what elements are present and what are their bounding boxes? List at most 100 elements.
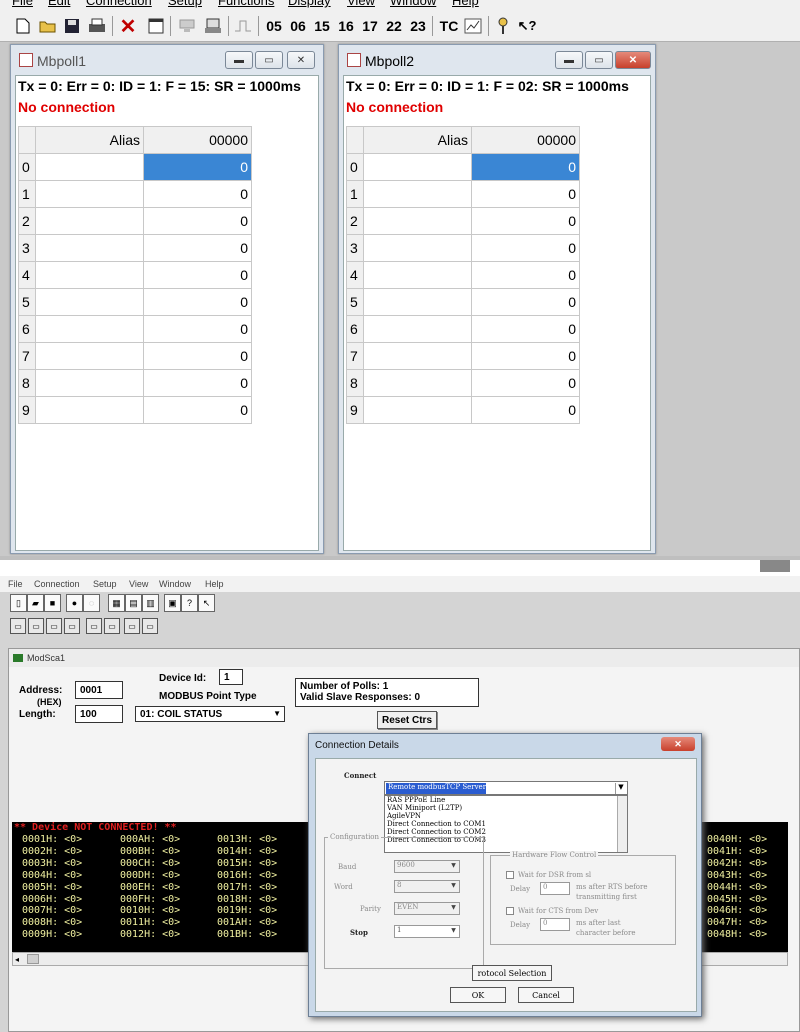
save-icon[interactable] bbox=[62, 15, 82, 37]
menu-edit[interactable]: Edit bbox=[48, 0, 70, 8]
menu-functions[interactable]: Functions bbox=[218, 0, 274, 8]
maximize-button[interactable]: ▭ bbox=[585, 51, 613, 69]
value-cell[interactable]: 0 bbox=[143, 234, 252, 262]
chevron-down-icon[interactable]: ▼ bbox=[615, 783, 626, 794]
scroll-thumb[interactable] bbox=[27, 954, 39, 964]
connect-icon[interactable]: ● bbox=[66, 594, 83, 612]
menu-file[interactable]: File bbox=[12, 0, 33, 8]
value-cell[interactable]: 0 bbox=[471, 396, 580, 424]
context-help-icon[interactable]: ↖ bbox=[198, 594, 215, 612]
alias-cell[interactable] bbox=[363, 261, 472, 289]
menu-help[interactable]: Help bbox=[205, 579, 224, 589]
alias-cell[interactable] bbox=[363, 342, 472, 370]
wait-dsr-checkbox[interactable] bbox=[506, 871, 514, 879]
alias-cell[interactable] bbox=[363, 369, 472, 397]
alias-cell[interactable] bbox=[35, 369, 144, 397]
alias-cell[interactable] bbox=[35, 342, 144, 370]
connection-details-dialog[interactable]: Connection Details ✕ Connect Remote modb… bbox=[308, 733, 702, 1017]
fc-23-button[interactable]: 23 bbox=[408, 15, 428, 37]
alias-cell[interactable] bbox=[363, 180, 472, 208]
new-file-icon[interactable]: ▯ bbox=[10, 594, 27, 612]
value-cell[interactable]: 0 bbox=[471, 342, 580, 370]
list-item[interactable]: Direct Connection to COM2 bbox=[385, 828, 627, 836]
context-help-icon[interactable]: ↖? bbox=[516, 15, 538, 37]
close-button[interactable]: ✕ bbox=[287, 51, 315, 69]
alias-cell[interactable] bbox=[35, 207, 144, 235]
address-field[interactable]: 0001 bbox=[75, 681, 123, 699]
value-cell[interactable]: 0 bbox=[471, 261, 580, 289]
wait-cts-checkbox[interactable] bbox=[506, 907, 514, 915]
fc-05-button[interactable]: 05 bbox=[264, 15, 284, 37]
value-cell[interactable]: 0 bbox=[471, 207, 580, 235]
print-icon[interactable]: ▣ bbox=[164, 594, 181, 612]
child-titlebar[interactable]: ModSca1 bbox=[9, 649, 799, 667]
about-icon[interactable] bbox=[494, 15, 512, 37]
stop-select[interactable]: 1 ▼ bbox=[394, 925, 460, 938]
disconnect-icon[interactable] bbox=[202, 15, 224, 37]
format-icon[interactable]: ▭ bbox=[10, 618, 26, 634]
close-button[interactable]: ✕ bbox=[661, 737, 695, 751]
pulse-icon[interactable] bbox=[232, 15, 254, 37]
list-item[interactable]: VAN Miniport (L2TP) bbox=[385, 804, 627, 812]
format-icon[interactable]: ▭ bbox=[142, 618, 158, 634]
alias-cell[interactable] bbox=[35, 288, 144, 316]
open-folder-icon[interactable]: ▰ bbox=[27, 594, 44, 612]
open-folder-icon[interactable] bbox=[38, 15, 58, 37]
minimize-button[interactable]: ▬ bbox=[225, 51, 253, 69]
reset-counters-button[interactable]: Reset Ctrs bbox=[377, 711, 437, 729]
list-scrollbar[interactable] bbox=[617, 796, 627, 852]
fc-22-button[interactable]: 22 bbox=[384, 15, 404, 37]
format-icon[interactable]: ▭ bbox=[28, 618, 44, 634]
delay-dsr-field[interactable]: 0 bbox=[540, 882, 570, 895]
tc-button[interactable]: TC bbox=[438, 15, 460, 37]
word-select[interactable]: 8 ▼ bbox=[394, 880, 460, 893]
value-cell[interactable]: 0 bbox=[471, 288, 580, 316]
alias-cell[interactable] bbox=[35, 261, 144, 289]
alias-cell[interactable] bbox=[363, 288, 472, 316]
list-item[interactable]: AgileVPN bbox=[385, 812, 627, 820]
scroll-left-icon[interactable]: ◂ bbox=[15, 955, 19, 964]
maximize-button[interactable]: ▭ bbox=[255, 51, 283, 69]
mbpoll2-window[interactable]: Mbpoll2 ▬ ▭ ✕ Tx = 0: Err = 0: ID = 1: F… bbox=[338, 44, 656, 554]
fc-06-button[interactable]: 06 bbox=[288, 15, 308, 37]
alias-cell[interactable] bbox=[363, 207, 472, 235]
disconnect-icon[interactable]: ◌ bbox=[83, 594, 100, 612]
value-cell[interactable]: 0 bbox=[143, 261, 252, 289]
value-cell[interactable]: 0 bbox=[143, 315, 252, 343]
value-cell[interactable]: 0 bbox=[471, 180, 580, 208]
menu-display[interactable]: Display bbox=[288, 0, 331, 8]
parity-select[interactable]: EVEN ▼ bbox=[394, 902, 460, 915]
length-field[interactable]: 100 bbox=[75, 705, 123, 723]
alias-cell[interactable] bbox=[35, 396, 144, 424]
value-cell[interactable]: 0 bbox=[143, 342, 252, 370]
menu-file[interactable]: File bbox=[8, 579, 23, 589]
format-icon[interactable]: ▭ bbox=[124, 618, 140, 634]
format-icon[interactable]: ▭ bbox=[64, 618, 80, 634]
display-icon[interactable]: ▤ bbox=[125, 594, 142, 612]
alias-cell[interactable] bbox=[35, 315, 144, 343]
minimize-button[interactable]: ▬ bbox=[555, 51, 583, 69]
delay-cts-field[interactable]: 0 bbox=[540, 918, 570, 931]
menu-setup[interactable]: Setup bbox=[93, 579, 117, 589]
connect-select[interactable]: Remote modbusTCP Server ▼ bbox=[384, 781, 628, 795]
menu-connection[interactable]: Connection bbox=[34, 579, 80, 589]
alias-cell[interactable] bbox=[363, 153, 472, 181]
value-cell[interactable]: 0 bbox=[471, 153, 580, 181]
alias-cell[interactable] bbox=[35, 180, 144, 208]
value-cell[interactable]: 0 bbox=[143, 207, 252, 235]
value-cell[interactable]: 0 bbox=[143, 288, 252, 316]
alias-cell[interactable] bbox=[35, 234, 144, 262]
menu-view[interactable]: View bbox=[347, 0, 375, 8]
device-id-field[interactable]: 1 bbox=[219, 669, 243, 685]
mbpoll2-titlebar[interactable]: Mbpoll2 ▬ ▭ ✕ bbox=[339, 45, 655, 75]
cancel-button[interactable]: Cancel bbox=[518, 987, 574, 1003]
about-icon[interactable]: ? bbox=[181, 594, 198, 612]
alias-cell[interactable] bbox=[363, 315, 472, 343]
menu-connection[interactable]: Connection bbox=[86, 0, 152, 8]
point-type-select[interactable]: 01: COIL STATUS ▼ bbox=[135, 706, 285, 722]
new-file-icon[interactable] bbox=[14, 15, 32, 37]
format-icon[interactable]: ▭ bbox=[104, 618, 120, 634]
chart-icon[interactable] bbox=[462, 15, 484, 37]
delete-icon[interactable]: ✕ bbox=[118, 15, 138, 38]
window-icon[interactable] bbox=[146, 15, 166, 37]
